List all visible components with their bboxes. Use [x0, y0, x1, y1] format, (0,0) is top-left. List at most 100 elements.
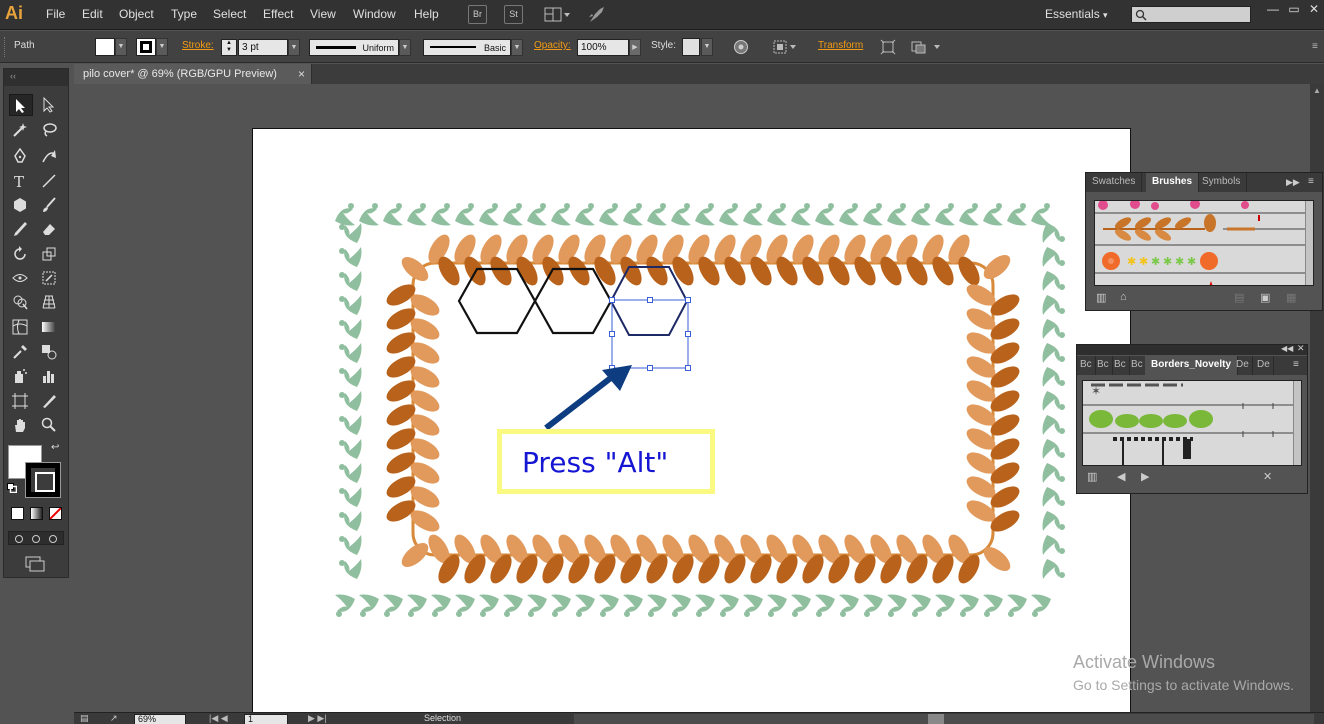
artboard[interactable]: [252, 128, 1131, 712]
stroke-weight-dropdown[interactable]: ▼: [288, 39, 300, 56]
previous-library-icon[interactable]: ◀: [1117, 470, 1125, 483]
stroke-weight-stepper[interactable]: ▲ ▼: [221, 39, 237, 56]
variable-width-profile[interactable]: Uniform: [309, 39, 399, 56]
tab-swatches[interactable]: Swatches: [1086, 173, 1143, 192]
opacity-slider-arrow[interactable]: ▶: [629, 39, 641, 56]
brush-definition[interactable]: Basic: [423, 39, 511, 56]
column-graph-tool-icon[interactable]: [38, 365, 62, 387]
brush-libraries-menu-icon[interactable]: ▥: [1087, 470, 1097, 483]
borders-brush-list[interactable]: ✶: [1082, 380, 1302, 466]
eraser-tool-icon[interactable]: [38, 218, 62, 240]
style-dropdown[interactable]: ▼: [701, 38, 713, 56]
delete-brush-icon[interactable]: ▦: [1286, 291, 1296, 304]
transform-label[interactable]: Transform: [818, 40, 863, 51]
profile-dropdown[interactable]: ▼: [399, 39, 411, 56]
share-icon[interactable]: ↗: [110, 713, 126, 724]
shaper-tool-icon[interactable]: [9, 218, 33, 240]
first-artboard-icon[interactable]: |◀ ◀: [209, 713, 228, 724]
opacity-field[interactable]: 100%: [577, 39, 629, 56]
graphic-style-swatch[interactable]: [682, 38, 700, 56]
arrange-options-icon[interactable]: [910, 39, 942, 55]
gradient-mode-icon[interactable]: [30, 507, 43, 520]
menu-type[interactable]: Type: [171, 7, 197, 21]
magic-wand-tool-icon[interactable]: [9, 119, 33, 141]
next-library-icon[interactable]: ▶: [1141, 470, 1149, 483]
menu-help[interactable]: Help: [414, 7, 439, 21]
brush-dropdown[interactable]: ▼: [511, 39, 523, 56]
stroke-dropdown-arrow[interactable]: ▼: [156, 38, 168, 56]
gradient-tool-icon[interactable]: [38, 316, 62, 338]
zoom-tool-icon[interactable]: [38, 414, 62, 436]
close-panel-icon[interactable]: ✕: [1297, 343, 1305, 354]
scrollbar-thumb[interactable]: [928, 714, 944, 724]
drawing-modes[interactable]: [8, 531, 64, 545]
isolate-object-icon[interactable]: [880, 39, 896, 55]
rotate-tool-icon[interactable]: [9, 243, 33, 265]
menu-object[interactable]: Object: [119, 7, 154, 21]
panel-menu-icon[interactable]: ≡: [1308, 176, 1314, 187]
type-tool-icon[interactable]: T: [9, 170, 33, 192]
paintbrush-tool-icon[interactable]: [38, 194, 62, 216]
panel-titlebar[interactable]: ◀◀ ✕: [1077, 343, 1307, 355]
tab-borders-1[interactable]: Bc: [1077, 356, 1096, 375]
free-transform-tool-icon[interactable]: [38, 267, 62, 289]
menu-window[interactable]: Window: [353, 7, 396, 21]
stroke-color-swatch[interactable]: [136, 38, 156, 56]
menu-edit[interactable]: Edit: [82, 7, 103, 21]
symbol-sprayer-tool-icon[interactable]: [9, 365, 33, 387]
tools-panel-grip[interactable]: ‹‹: [4, 69, 68, 86]
borders-scrollbar[interactable]: [1293, 381, 1301, 465]
default-colors-icon[interactable]: [7, 483, 18, 494]
arrange-documents-icon[interactable]: [544, 6, 572, 26]
tab-brushes[interactable]: Brushes: [1146, 173, 1200, 192]
scroll-up-icon[interactable]: ▲: [1313, 86, 1321, 95]
restore-button[interactable]: ▭: [1283, 3, 1305, 17]
fill-dropdown-arrow[interactable]: ▼: [115, 38, 127, 56]
workspace-switcher[interactable]: Essentials ▾: [1045, 7, 1108, 21]
scale-tool-icon[interactable]: [38, 243, 62, 265]
tab-decorative-2[interactable]: De: [1254, 356, 1274, 375]
stroke-weight-field[interactable]: 3 pt: [238, 39, 288, 56]
stroke-color-box[interactable]: [25, 462, 61, 498]
next-artboard-icon[interactable]: ▶ ▶|: [308, 713, 327, 724]
blend-tool-icon[interactable]: [38, 341, 62, 363]
cc-libraries-icon[interactable]: ▤: [80, 713, 100, 724]
opacity-label[interactable]: Opacity:: [534, 40, 571, 51]
stroke-label[interactable]: Stroke:: [182, 40, 214, 51]
place-brush-icon[interactable]: ✕: [1263, 470, 1272, 483]
swap-fill-stroke-icon[interactable]: ↩: [51, 442, 59, 453]
menu-file[interactable]: File: [46, 7, 65, 21]
new-brush-icon[interactable]: ▣: [1260, 291, 1270, 304]
color-mode-icon[interactable]: [11, 507, 24, 520]
artboard-number-field[interactable]: 1: [244, 714, 288, 724]
tab-borders-4[interactable]: Bc: [1128, 356, 1147, 375]
stock-button[interactable]: St: [504, 5, 523, 24]
collapse-panel-icon[interactable]: ◀◀: [1281, 344, 1293, 353]
artboard-tool-icon[interactable]: [9, 390, 33, 412]
horizontal-scrollbar[interactable]: [574, 714, 1314, 724]
document-tab[interactable]: pilo cover* @ 69% (RGB/GPU Preview) ×: [74, 64, 312, 84]
panel-expand-icon[interactable]: ▶▶: [1286, 177, 1300, 188]
shape-builder-tool-icon[interactable]: [9, 291, 33, 313]
menu-view[interactable]: View: [310, 7, 336, 21]
panel-menu-icon[interactable]: ≡: [1293, 359, 1299, 370]
control-bar-menu-icon[interactable]: ≡: [1312, 41, 1318, 52]
polygon-tool-icon[interactable]: [9, 194, 33, 216]
tab-borders-novelty[interactable]: Borders_Novelty: [1145, 356, 1239, 375]
pen-tool-icon[interactable]: [9, 145, 33, 167]
bridge-button[interactable]: Br: [468, 5, 487, 24]
screen-mode-icon[interactable]: [24, 555, 48, 573]
tab-borders-2[interactable]: Bc: [1094, 356, 1113, 375]
line-segment-tool-icon[interactable]: [38, 170, 62, 192]
lasso-tool-icon[interactable]: [38, 119, 62, 141]
none-mode-icon[interactable]: [49, 507, 62, 520]
brushes-list[interactable]: ✱ ✱ ✱ ✱ ✱ ✱: [1094, 200, 1314, 286]
close-tab-icon[interactable]: ×: [298, 64, 305, 84]
tab-decorative-1[interactable]: De: [1233, 356, 1253, 375]
selection-tool-icon[interactable]: [9, 94, 33, 116]
tab-borders-3[interactable]: Bc: [1111, 356, 1130, 375]
menu-effect[interactable]: Effect: [263, 7, 293, 21]
menu-select[interactable]: Select: [213, 7, 246, 21]
mesh-tool-icon[interactable]: [9, 316, 33, 338]
curvature-tool-icon[interactable]: [38, 145, 62, 167]
